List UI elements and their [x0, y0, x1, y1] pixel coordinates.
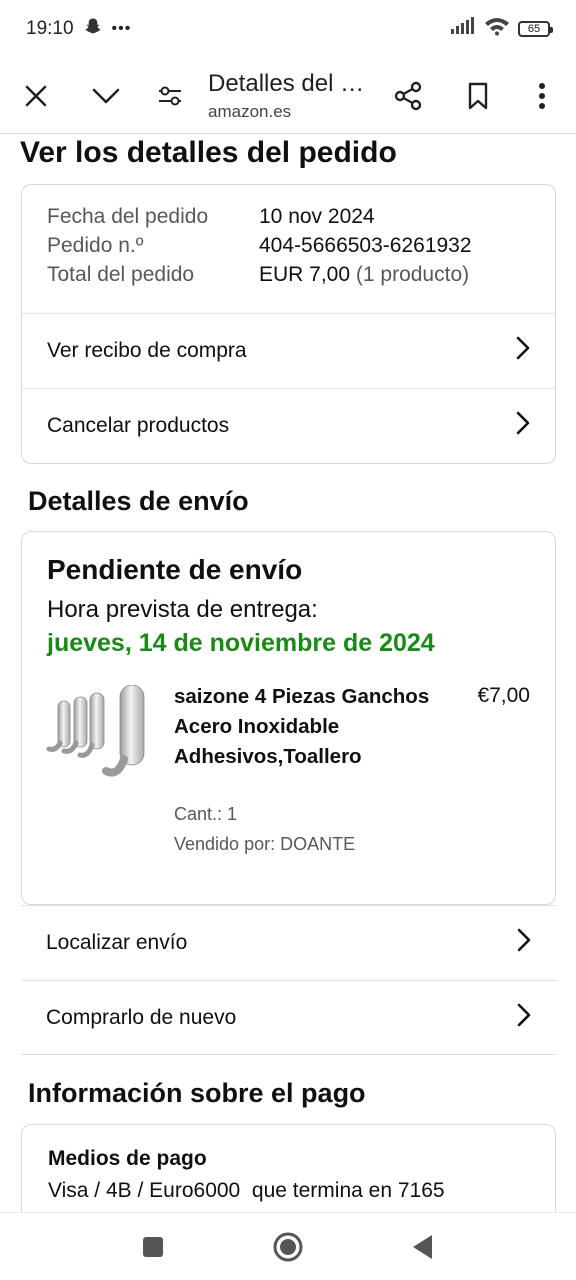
battery-icon: 65	[518, 21, 553, 37]
system-nav-bar	[0, 1212, 576, 1280]
chevron-right-icon	[516, 336, 530, 366]
payment-methods-title: Medios de pago	[48, 1147, 207, 1170]
signal-icon	[450, 17, 476, 41]
order-date-label: Fecha del pedido	[47, 205, 209, 228]
order-total: EUR 7,00 (1 producto)	[259, 263, 530, 287]
product-price: €7,00	[477, 684, 530, 707]
tab-title: Detalles del …	[208, 69, 365, 97]
close-icon[interactable]	[8, 68, 64, 124]
shipment-status: Pendiente de envío	[47, 554, 303, 585]
status-time: 19:10	[26, 18, 74, 39]
delivery-eta-date: jueves, 14 de noviembre de 2024	[47, 629, 435, 657]
track-shipment-label: Localizar envío	[46, 931, 188, 954]
payment-section-title: Información sobre el pago	[28, 1078, 366, 1108]
track-shipment-link[interactable]: Localizar envío	[21, 905, 556, 980]
chevron-down-icon[interactable]	[78, 68, 134, 124]
page-title: Ver los detalles del pedido	[20, 136, 397, 169]
snapchat-icon	[84, 17, 102, 41]
view-receipt-label: Ver recibo de compra	[47, 339, 247, 362]
delivery-eta-label: Hora prevista de entrega:	[47, 596, 318, 623]
product-seller: Vendido por: DOANTE	[174, 834, 356, 854]
cancel-products-link[interactable]: Cancelar productos	[22, 388, 555, 463]
product-quantity: Cant.: 1	[174, 804, 238, 824]
status-bar: 19:10 ••• 65	[0, 0, 576, 58]
nav-back-icon[interactable]	[403, 1227, 443, 1267]
order-number-value: 404-5666503-6261932	[259, 234, 472, 257]
view-receipt-link[interactable]: Ver recibo de compra	[22, 313, 555, 388]
order-number-label: Pedido n.º	[47, 234, 144, 257]
nav-home-icon[interactable]	[268, 1227, 308, 1267]
tab-url: amazon.es	[208, 101, 292, 121]
bookmark-icon[interactable]	[450, 68, 506, 124]
chevron-right-icon	[517, 928, 531, 958]
status-more-dots: •••	[111, 20, 132, 37]
wifi-icon	[484, 16, 510, 42]
chevron-right-icon	[516, 411, 530, 441]
buy-again-label: Comprarlo de nuevo	[46, 1005, 237, 1029]
product-image[interactable]	[46, 684, 146, 780]
product-name-link[interactable]: saizone 4 Piezas Ganchos Acero Inoxidabl…	[174, 682, 444, 772]
page-content: Ver los detalles del pedido Fecha del pe…	[0, 134, 576, 1212]
share-icon[interactable]	[380, 68, 436, 124]
payment-method: Visa / 4B / Euro6000 que termina en 7165	[48, 1179, 445, 1202]
tune-icon[interactable]	[142, 68, 198, 124]
order-date-value: 10 nov 2024	[259, 205, 375, 228]
cancel-products-label: Cancelar productos	[47, 414, 230, 437]
more-vert-icon[interactable]	[514, 68, 570, 124]
order-total-label: Total del pedido	[47, 263, 195, 286]
shipment-card: Pendiente de envío Hora prevista de entr…	[21, 531, 556, 905]
page-title-area[interactable]: Detalles del … amazon.es	[198, 70, 380, 122]
order-summary-card: Fecha del pedido 10 nov 2024 Pedido n.º …	[21, 184, 556, 464]
shipping-section-title: Detalles de envío	[28, 486, 249, 516]
order-total-items: (1 producto)	[355, 263, 470, 286]
payment-card: Medios de pago Visa / 4B / Euro6000 que …	[21, 1124, 556, 1212]
browser-toolbar: Detalles del … amazon.es	[0, 58, 576, 134]
chevron-right-icon	[517, 1003, 531, 1033]
buy-again-link[interactable]: Comprarlo de nuevo	[21, 980, 556, 1055]
nav-square-icon[interactable]	[133, 1227, 173, 1267]
order-total-value: EUR 7,00	[259, 263, 351, 286]
